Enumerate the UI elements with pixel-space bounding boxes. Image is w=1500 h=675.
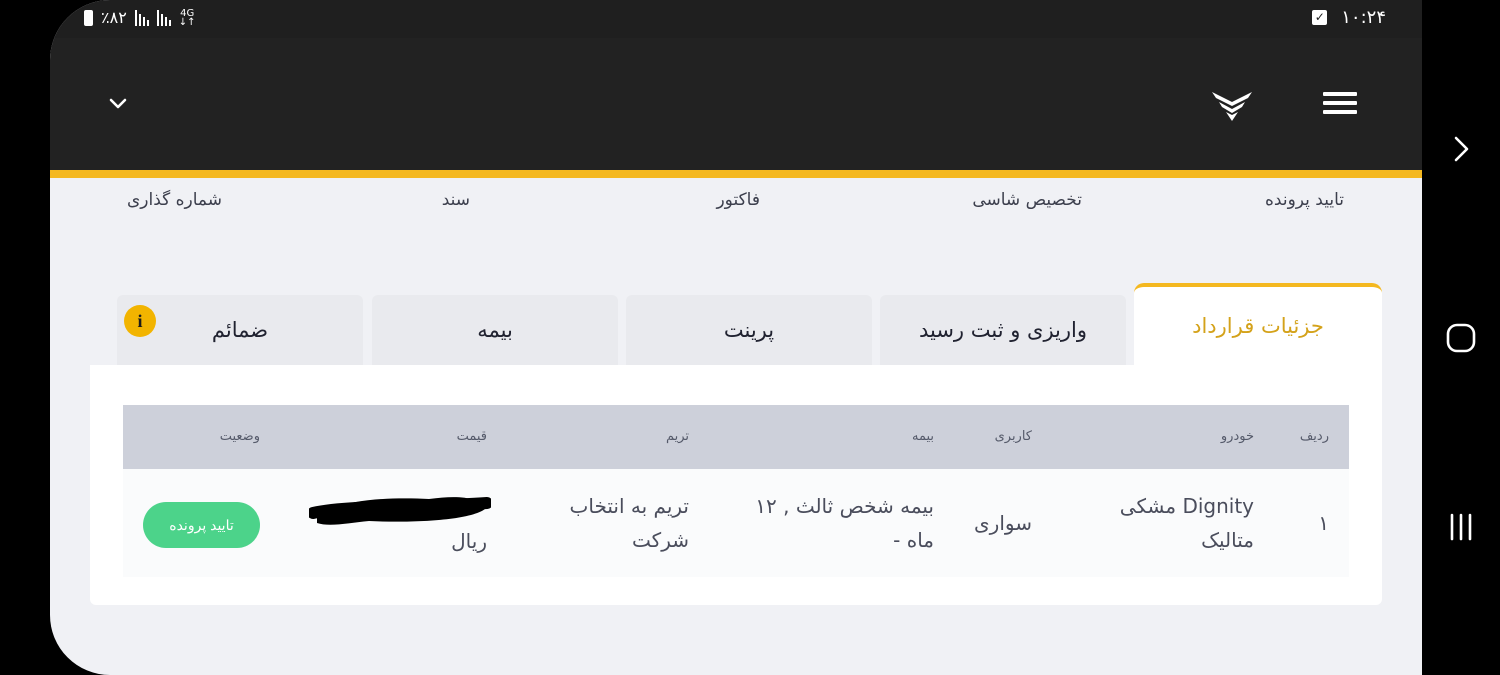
step-numbering: شماره گذاری	[126, 190, 222, 210]
header-car: خودرو	[1220, 429, 1254, 444]
chevron-right-icon[interactable]	[1442, 130, 1480, 168]
brand-logo-icon	[1212, 92, 1252, 121]
contract-details-card: ردیف خودرو کاربری بیمه تریم قیمت وضعیت ۱…	[90, 365, 1382, 605]
cell-usage: سواری	[974, 511, 1032, 535]
status-bar: ٪۸۲ 4G ↓↑ ✓ ۱۰:۲۴	[50, 0, 1422, 38]
network-label: 4G	[180, 7, 195, 19]
step-file-approval: تایید پرونده	[1265, 190, 1344, 210]
status-right: ✓ ۱۰:۲۴	[1312, 7, 1386, 28]
app-bar-accent	[50, 170, 1422, 178]
network-type: 4G ↓↑	[178, 7, 196, 28]
cell-car: Dignity مشکی متالیک	[1119, 494, 1254, 552]
table-header: ردیف خودرو کاربری بیمه تریم قیمت وضعیت	[123, 405, 1349, 469]
info-icon[interactable]: i	[124, 305, 156, 337]
table-row[interactable]: ۱ Dignity مشکی متالیک سواری بیمه شخص ثال…	[123, 469, 1349, 577]
tab-contract-details[interactable]: جزئیات قرارداد	[1134, 283, 1382, 365]
battery-icon	[84, 9, 93, 26]
hamburger-icon[interactable]	[1323, 92, 1357, 114]
cell-price-unit: ریال	[451, 529, 487, 553]
signal-icon-sim2	[156, 9, 171, 26]
step-document: سند	[441, 190, 470, 210]
step-chassis-allocation: تخصیص شاسی	[972, 190, 1082, 210]
header-row: ردیف	[1299, 429, 1329, 444]
step-invoice: فاکتور	[716, 190, 760, 210]
clock: ۱۰:۲۴	[1341, 7, 1386, 28]
redacted-price	[309, 497, 491, 525]
tab-insurance[interactable]: بیمه	[372, 295, 618, 365]
checkbox-icon: ✓	[1312, 10, 1328, 25]
cell-trim: تریم به انتخاب شرکت	[569, 494, 689, 552]
header-price: قیمت	[456, 429, 487, 444]
home-icon[interactable]	[1442, 319, 1480, 357]
status-badge[interactable]: تایید پرونده	[143, 502, 260, 548]
header-usage: کاربری	[994, 429, 1032, 444]
cell-insurance: بیمه شخص ثالث , ۱۲ ماه -	[755, 494, 934, 552]
header-status: وضعیت	[219, 429, 260, 444]
signal-icon	[134, 9, 149, 26]
tab-attachments[interactable]: ضمائم	[117, 295, 363, 365]
tab-deposit-receipt[interactable]: واریزی و ثبت رسید	[880, 295, 1126, 365]
system-nav-bar	[1422, 0, 1500, 675]
recent-apps-icon[interactable]	[1442, 508, 1480, 546]
status-left: ٪۸۲ 4G ↓↑	[84, 8, 196, 27]
chevron-down-icon[interactable]	[106, 92, 130, 116]
tab-bar: جزئیات قرارداد واریزی و ثبت رسید پرینت ب…	[50, 283, 1422, 365]
cell-row: ۱	[1318, 511, 1329, 535]
header-trim: تریم	[665, 429, 689, 444]
header-insurance: بیمه	[911, 429, 934, 444]
battery-level: ٪۸۲	[101, 8, 127, 27]
tab-print[interactable]: پرینت	[626, 295, 872, 365]
app-screen: ٪۸۲ 4G ↓↑ ✓ ۱۰:۲۴ تایید پرونده تخصیص شاسی…	[50, 0, 1422, 675]
